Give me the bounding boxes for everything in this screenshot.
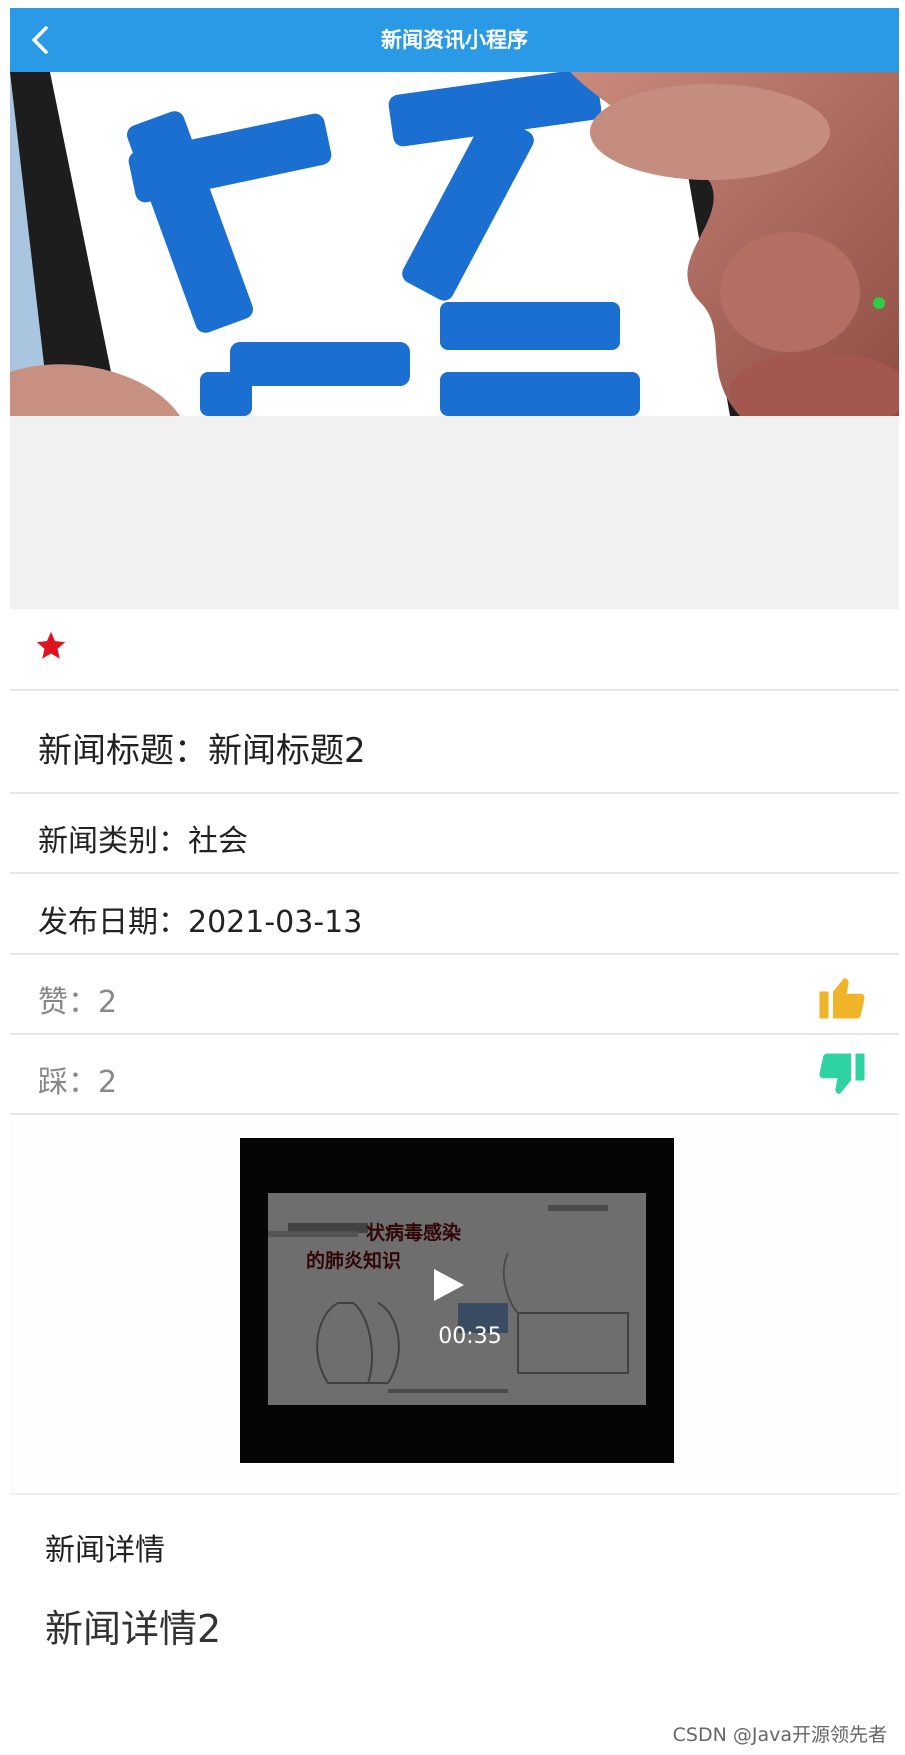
like-row: 赞：2	[10, 955, 899, 1035]
page-title: 新闻资讯小程序	[381, 28, 528, 52]
publish-date: 发布日期：2021-03-13	[38, 905, 363, 940]
thumbs-up-icon[interactable]	[815, 969, 869, 1023]
news-category: 新闻类别：社会	[38, 824, 248, 859]
navbar: 新闻资讯小程序	[10, 8, 899, 72]
banner-image	[10, 72, 899, 416]
news-category-row: 新闻类别：社会	[10, 794, 899, 874]
video-section: 状病毒感染 的肺炎知识 00:35	[10, 1115, 899, 1495]
dislike-count: 踩：2	[38, 1065, 118, 1100]
news-title: 新闻标题：新闻标题2	[38, 731, 366, 771]
star-icon[interactable]	[34, 629, 68, 663]
watermark-text: CSDN @Java开源领先者	[672, 1724, 887, 1746]
dislike-row: 踩：2	[10, 1035, 899, 1115]
news-title-row: 新闻标题：新闻标题2	[10, 691, 899, 794]
detail-heading: 新闻详情	[45, 1533, 165, 1568]
like-count: 赞：2	[38, 985, 118, 1020]
video-duration: 00:35	[438, 1324, 502, 1349]
publish-date-row: 发布日期：2021-03-13	[10, 874, 899, 955]
thumbs-down-icon[interactable]	[815, 1049, 869, 1103]
video-player[interactable]: 状病毒感染 的肺炎知识 00:35	[240, 1138, 674, 1463]
play-icon[interactable]	[428, 1265, 468, 1305]
favorite-row	[10, 609, 899, 691]
detail-content: 新闻详情2	[45, 1607, 222, 1651]
app-screen: 新闻资讯小程序 新闻标题：新闻标题2 新闻类别：社会 发布日期：2021-03-…	[10, 8, 899, 1755]
spacer	[10, 416, 899, 609]
